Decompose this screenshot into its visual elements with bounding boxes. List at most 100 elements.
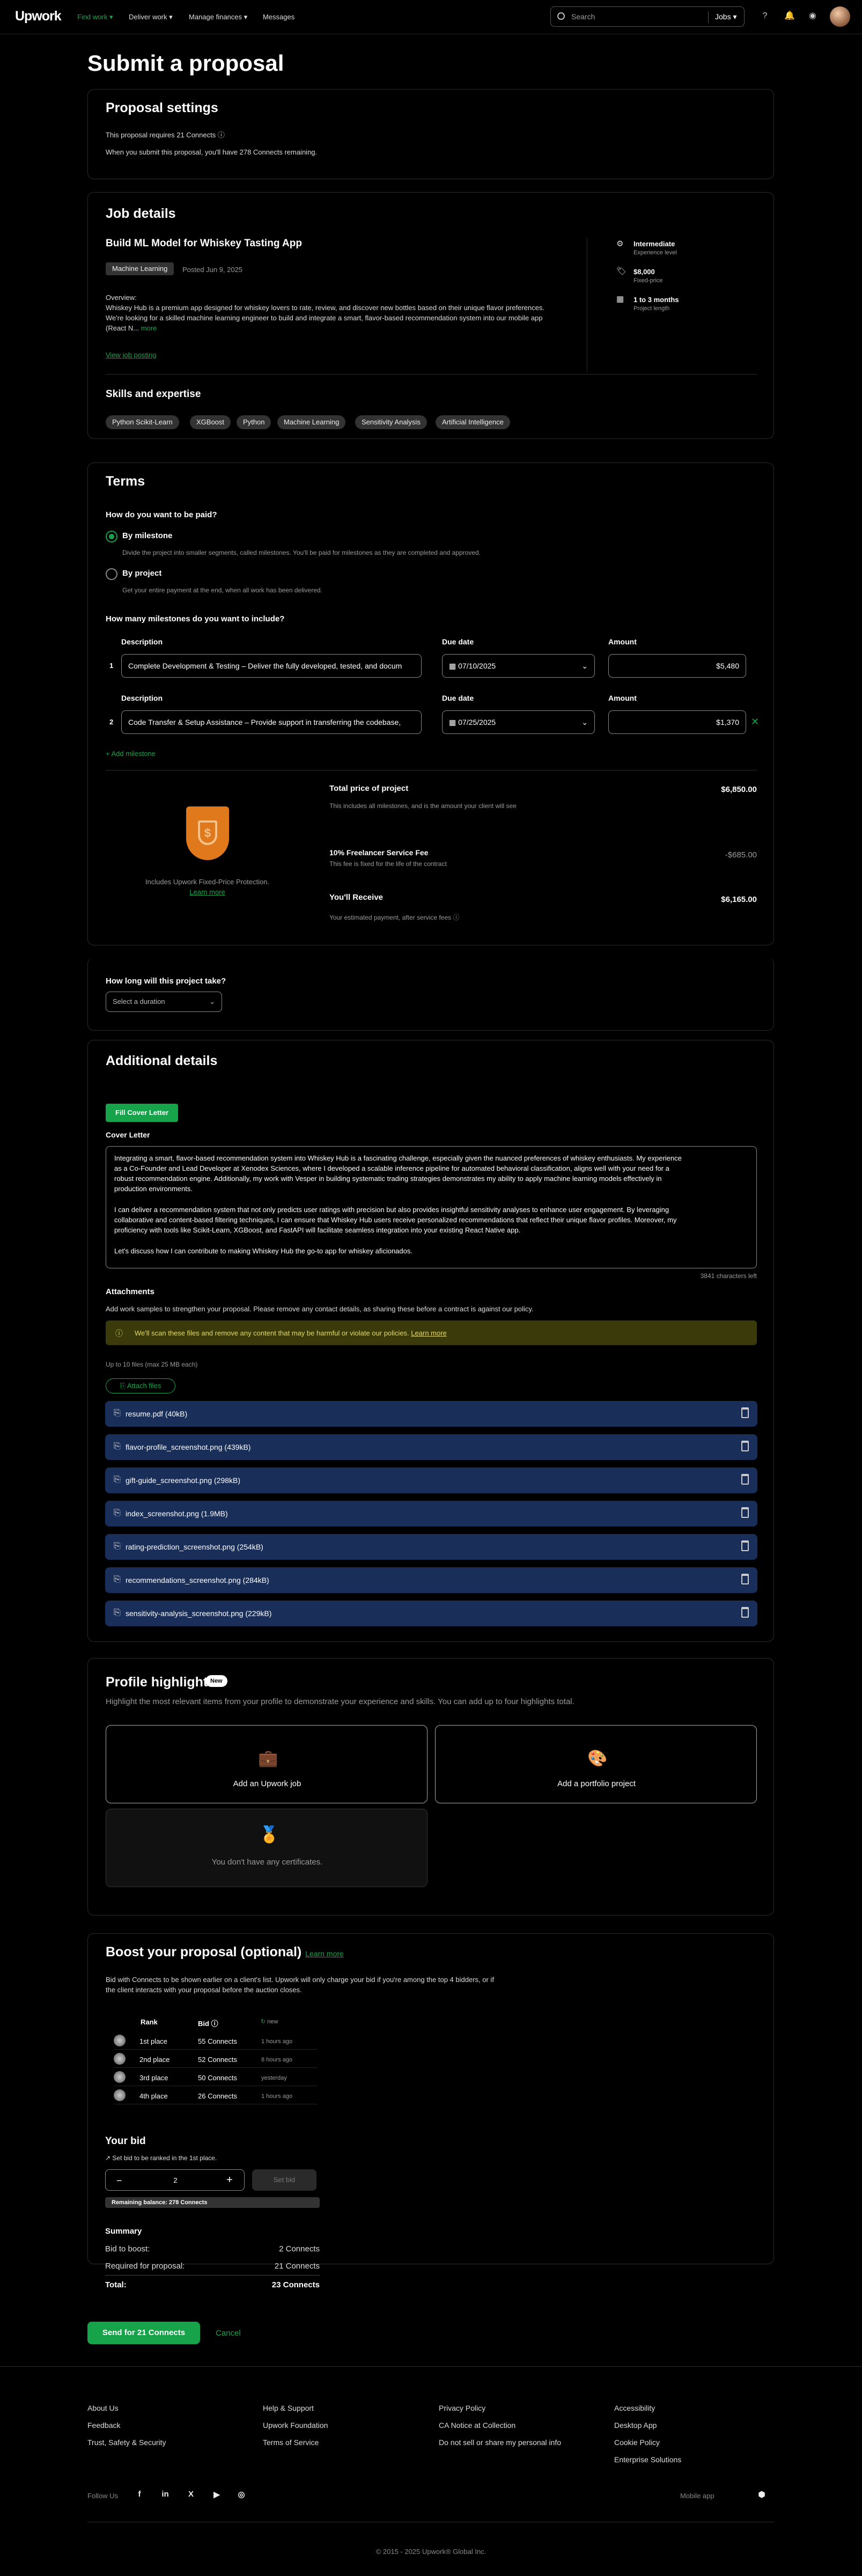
footer-link[interactable]: Upwork Foundation bbox=[263, 2421, 328, 2430]
project-radio[interactable] bbox=[106, 568, 117, 580]
help-icon[interactable]: ? bbox=[758, 10, 771, 23]
bid-value-input[interactable]: 2 bbox=[106, 2176, 245, 2184]
trash-icon[interactable] bbox=[741, 1540, 749, 1551]
cancel-button[interactable]: Cancel bbox=[216, 2329, 241, 2338]
attachment-row[interactable]: ⎘ recommendations_screenshot.png (284kB) bbox=[105, 1567, 757, 1593]
facebook-icon[interactable]: f bbox=[134, 2490, 145, 2500]
due-date-picker[interactable]: ▦ 07/10/2025 ⌄ bbox=[442, 654, 595, 678]
connects-icon[interactable]: ◉ bbox=[806, 10, 819, 23]
footer-link[interactable]: Do not sell or share my personal info bbox=[439, 2438, 561, 2447]
additional-heading: Additional details bbox=[106, 1053, 218, 1068]
skill-badge: Artificial Intelligence bbox=[436, 415, 510, 429]
avatar[interactable] bbox=[830, 6, 850, 27]
linkedin-icon[interactable]: in bbox=[160, 2490, 171, 2500]
trash-icon[interactable] bbox=[741, 1574, 749, 1584]
attachment-row[interactable]: ⎘ index_screenshot.png (1.9MB) bbox=[105, 1501, 757, 1526]
footer-link[interactable]: CA Notice at Collection bbox=[439, 2421, 515, 2430]
warning-text: We'll scan these files and remove any co… bbox=[135, 1329, 447, 1337]
paperclip-icon: ⎘ bbox=[120, 1382, 127, 1390]
add-portfolio-card[interactable]: 🎨 Add a portfolio project bbox=[435, 1725, 757, 1803]
trash-icon[interactable] bbox=[741, 1441, 749, 1451]
nav-manage-finances[interactable]: Manage finances ▾ bbox=[189, 13, 247, 21]
attachment-row[interactable]: ⎘ rating-prediction_screenshot.png (254kB… bbox=[105, 1534, 757, 1560]
upwork-logo[interactable]: Upwork bbox=[15, 9, 62, 24]
briefcase-icon: 💼 bbox=[258, 1750, 278, 1767]
add-milestone-link[interactable]: + Add milestone bbox=[106, 750, 156, 758]
learn-more-link[interactable]: Learn more bbox=[142, 888, 273, 896]
fill-cover-letter-button[interactable]: Fill Cover Letter bbox=[106, 1104, 178, 1122]
duration-select[interactable]: Select a duration ⌄ bbox=[106, 992, 222, 1012]
info-icon[interactable]: ⓘ bbox=[211, 2020, 218, 2028]
attachment-row[interactable]: ⎘ sensitivity-analysis_screenshot.png (22… bbox=[105, 1601, 757, 1626]
android-icon[interactable]: ⬢ bbox=[756, 2490, 767, 2500]
due-date-label: Due date bbox=[442, 694, 474, 702]
boost-desc: Bid with Connects to be shown earlier on… bbox=[106, 1976, 494, 1984]
send-proposal-button[interactable]: Send for 21 Connects bbox=[87, 2322, 200, 2344]
overview-label: Overview: bbox=[106, 293, 137, 302]
increment-button[interactable]: + bbox=[226, 2174, 233, 2186]
bid-stepper[interactable]: − 2 + bbox=[105, 2169, 245, 2191]
search-scope-dropdown[interactable]: Jobs ▾ bbox=[715, 12, 737, 21]
milestone-radio[interactable] bbox=[106, 531, 117, 542]
footer-link[interactable]: Accessibility bbox=[614, 2404, 655, 2412]
footer-link[interactable]: Privacy Policy bbox=[439, 2404, 485, 2412]
required-value: 21 Connects bbox=[274, 2262, 320, 2271]
profile-highlights-card: Profile highlights New Highlight the mos… bbox=[87, 1658, 774, 1916]
notification-bell-icon[interactable]: 🔔 bbox=[783, 10, 796, 23]
milestone-description-input[interactable]: Complete Development & Testing – Deliver… bbox=[121, 654, 422, 678]
info-icon[interactable]: ⓘ bbox=[218, 131, 225, 139]
footer-link[interactable]: About Us bbox=[87, 2404, 119, 2412]
attachment-row[interactable]: ⎘ resume.pdf (40kB) bbox=[105, 1401, 757, 1427]
trash-icon[interactable] bbox=[741, 1507, 749, 1518]
required-label: Required for proposal: bbox=[105, 2262, 185, 2271]
skill-badge: Python bbox=[237, 415, 271, 429]
add-upwork-job-card[interactable]: 💼 Add an Upwork job bbox=[106, 1725, 428, 1803]
calendar-icon: ▦ bbox=[616, 295, 624, 304]
info-icon[interactable]: ⓘ bbox=[453, 914, 459, 921]
x-icon[interactable]: X bbox=[186, 2490, 196, 2500]
attach-files-button[interactable]: ⎘ Attach files bbox=[106, 1378, 175, 1393]
remove-milestone-icon[interactable]: ✕ bbox=[751, 716, 759, 728]
cover-letter-line: collaborative and content-based filterin… bbox=[114, 1216, 677, 1224]
apple-icon[interactable] bbox=[733, 2490, 743, 2500]
nav-find-work[interactable]: Find work ▾ bbox=[77, 13, 113, 21]
trash-icon[interactable] bbox=[741, 1407, 749, 1418]
nav-messages[interactable]: Messages bbox=[263, 13, 294, 21]
more-link[interactable]: more bbox=[141, 324, 157, 332]
footer-link[interactable]: Trust, Safety & Security bbox=[87, 2438, 166, 2447]
search-input[interactable]: Search bbox=[571, 12, 595, 21]
by-project-label[interactable]: By project bbox=[122, 569, 161, 578]
learn-more-link[interactable]: Learn more bbox=[305, 1949, 344, 1958]
youtube-icon[interactable]: ▶ bbox=[211, 2490, 222, 2500]
search-divider bbox=[708, 11, 709, 23]
cover-letter-textarea[interactable]: Integrating a smart, flavor-based recomm… bbox=[106, 1146, 757, 1268]
milestone-amount-input[interactable]: $5,480 bbox=[608, 654, 746, 678]
medal-icon bbox=[114, 2035, 126, 2046]
nav-deliver-work[interactable]: Deliver work ▾ bbox=[129, 13, 173, 21]
bid-time: yesterday bbox=[261, 2075, 287, 2081]
view-job-posting-link[interactable]: View job posting bbox=[106, 351, 156, 359]
terms-card: Terms How do you want to be paid? By mil… bbox=[87, 463, 774, 945]
milestone-description-input[interactable]: Code Transfer & Setup Assistance – Provi… bbox=[121, 710, 422, 734]
due-date-picker[interactable]: ▦ 07/25/2025 ⌄ bbox=[442, 710, 595, 734]
footer-link[interactable]: Help & Support bbox=[263, 2404, 314, 2412]
trash-icon[interactable] bbox=[741, 1474, 749, 1485]
refresh-icon[interactable]: ↻ bbox=[261, 2019, 266, 2025]
footer-link[interactable]: Enterprise Solutions bbox=[614, 2455, 681, 2464]
footer-link[interactable]: Cookie Policy bbox=[614, 2438, 660, 2447]
milestone-amount-input[interactable]: $1,370 bbox=[608, 710, 746, 734]
learn-more-link[interactable]: Learn more bbox=[411, 1329, 446, 1337]
remaining-balance: Remaining balance: 278 Connects bbox=[105, 2197, 320, 2208]
attachment-row[interactable]: ⎘ gift-guide_screenshot.png (298kB) bbox=[105, 1467, 757, 1493]
footer-link[interactable]: Terms of Service bbox=[263, 2438, 319, 2447]
attachment-name: rating-prediction_screenshot.png (254kB) bbox=[126, 1543, 263, 1551]
footer-link[interactable]: Feedback bbox=[87, 2421, 120, 2430]
instagram-icon[interactable]: ◎ bbox=[236, 2490, 247, 2500]
attachment-row[interactable]: ⎘ flavor-profile_screenshot.png (439kB) bbox=[105, 1434, 757, 1460]
footer-link[interactable]: Desktop App bbox=[614, 2421, 657, 2430]
trash-icon[interactable] bbox=[741, 1607, 749, 1618]
set-bid-button[interactable]: Set bid bbox=[252, 2169, 316, 2191]
paperclip-icon: ⎘ bbox=[114, 1508, 121, 1517]
search-bar[interactable]: Search Jobs ▾ bbox=[550, 6, 745, 27]
by-milestone-label[interactable]: By milestone bbox=[122, 531, 172, 540]
